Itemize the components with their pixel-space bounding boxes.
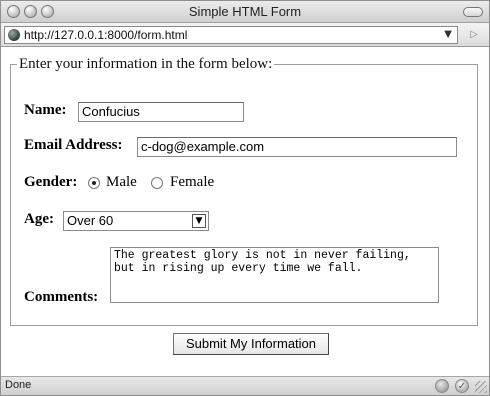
age-label: Age: [24,211,54,227]
status-bar: Done ✓ [1,376,489,395]
comments-textarea[interactable]: The greatest glory is not in never faili… [110,247,439,303]
browser-window: Simple HTML Form http://127.0.0.1:8000/f… [0,0,490,396]
checkmark-icon: ✓ [455,379,469,393]
gender-female-label: Female [170,174,215,190]
play-icon[interactable]: ▷ [465,27,483,43]
url-text[interactable]: http://127.0.0.1:8000/form.html [24,28,187,42]
email-input[interactable]: c-dog@example.com [137,137,457,157]
submit-button[interactable]: Submit My Information [173,333,329,355]
globe-icon [8,29,20,41]
chevron-down-icon[interactable]: ▼ [192,214,206,228]
resize-grip-icon[interactable] [475,381,487,393]
name-label: Name: [24,102,67,118]
address-toolbar: http://127.0.0.1:8000/form.html ▼ ▷ [1,23,489,47]
age-selected-value: Over 60 [67,213,114,228]
title-bar: Simple HTML Form [1,1,489,23]
gender-male-radio[interactable] [88,177,100,189]
status-text: Done [5,379,32,391]
chevron-down-icon[interactable]: ▼ [444,29,452,40]
page-content: Enter your information in the form below… [1,48,489,377]
address-field[interactable]: http://127.0.0.1:8000/form.html ▼ [4,26,458,44]
fieldset-legend: Enter your information in the form below… [19,56,273,72]
gender-female-radio[interactable] [151,177,163,189]
info-fieldset: Enter your information in the form below… [10,56,478,326]
gender-label: Gender: [24,174,78,190]
age-select[interactable]: Over 60 ▼ [63,211,209,231]
comments-label: Comments: [24,289,99,305]
loading-indicator-icon [435,379,449,393]
gender-male-label: Male [106,174,137,190]
email-label: Email Address: [24,137,123,153]
toolbar-toggle-button[interactable] [463,7,483,17]
window-title: Simple HTML Form [188,4,302,19]
name-input[interactable]: Confucius [78,102,244,122]
